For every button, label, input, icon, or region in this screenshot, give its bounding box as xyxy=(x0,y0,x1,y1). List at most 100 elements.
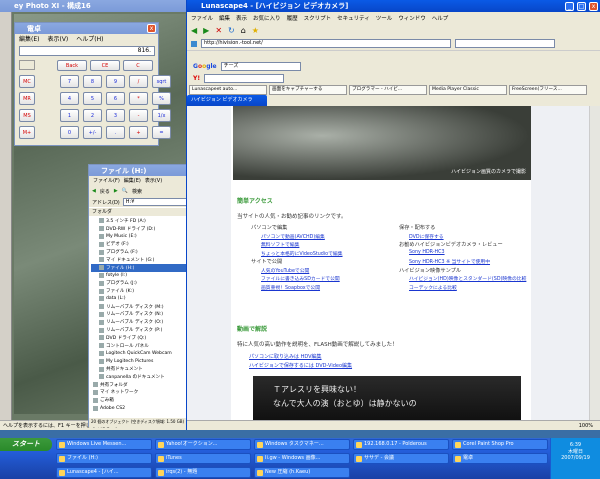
calc-menu-help[interactable]: ヘルプ(H) xyxy=(76,34,103,43)
tree-item[interactable]: リムーバブル ディスク (O:) xyxy=(91,318,189,326)
browser-menu-item[interactable]: 履歴 xyxy=(287,14,298,22)
calc-key-button[interactable]: 6 xyxy=(106,92,125,105)
calc-key-button[interactable]: sqrt xyxy=(152,75,171,88)
yahoo-search-input[interactable] xyxy=(455,39,555,48)
content-link[interactable]: パソコンで動画(AVCHD)編集 xyxy=(251,233,396,242)
calc-key-button[interactable]: MS xyxy=(19,109,35,122)
calc-key-button[interactable]: 1 xyxy=(60,109,79,122)
content-link[interactable]: 無料ソフトで編集 xyxy=(251,241,396,250)
tree-item[interactable]: Adobe CS2 xyxy=(91,404,189,412)
video-guide-link-1[interactable]: パソコンに取り込みは HDV編集 xyxy=(249,353,322,360)
home-icon[interactable]: ⌂ xyxy=(241,26,246,35)
calc-key-button[interactable]: 3 xyxy=(106,109,125,122)
fe-search-icon[interactable]: 🔍 xyxy=(122,188,128,194)
tree-item[interactable]: fotyle (I:) xyxy=(91,272,189,280)
browser-menu-item[interactable]: スクリプト xyxy=(304,14,332,22)
browser-menu-item[interactable]: お気に入り xyxy=(253,14,281,22)
fe-back-icon[interactable]: ◀ xyxy=(92,188,96,194)
content-link[interactable]: コーデックによる比較 xyxy=(399,284,539,293)
tree-item[interactable]: リムーバブル ディスク (M:) xyxy=(91,303,189,311)
reload-icon[interactable]: ↻ xyxy=(228,26,235,35)
google-search-input[interactable]: チーズ xyxy=(220,62,301,71)
browser-menu-item[interactable]: ウィンドウ xyxy=(398,14,426,22)
content-link[interactable]: ハイビジョン(HD)映像とスタンダード(SD)映像の比較 xyxy=(399,275,539,284)
taskbar-button[interactable]: 192.168.0.17 - Polderous xyxy=(353,439,449,450)
start-button[interactable]: スタート xyxy=(0,438,52,451)
tree-item[interactable]: ファイル (H:) xyxy=(91,263,189,272)
tree-item[interactable]: DVD-RW ドライブ (D:) xyxy=(91,225,189,233)
calculator-titlebar[interactable]: 電卓 xyxy=(15,23,158,34)
fe-menu-file[interactable]: ファイル(F) xyxy=(93,177,120,184)
calc-key-button[interactable]: - xyxy=(129,109,148,122)
taskbar-button[interactable]: Windows タスクマネー... xyxy=(254,439,350,450)
calc-ce-button[interactable]: CE xyxy=(90,60,120,71)
calc-key-button[interactable]: 9 xyxy=(106,75,125,88)
calc-key-button[interactable]: 1/x xyxy=(152,109,171,122)
forward-icon[interactable]: ▶ xyxy=(203,26,209,35)
taskbar-button[interactable]: Lunascape4 - [ハイ... xyxy=(56,467,152,478)
calc-key-button[interactable]: M+ xyxy=(19,126,35,139)
tree-item[interactable]: canpanella のドキュメント xyxy=(91,373,189,381)
calc-key-button[interactable]: 2 xyxy=(83,109,102,122)
content-link[interactable]: ちょっと本格的にVideoStudioで編集 xyxy=(251,250,396,259)
browser-scrollbar[interactable] xyxy=(589,106,600,420)
taskbar-button[interactable]: iTunes xyxy=(155,453,251,464)
calc-key-button[interactable]: 5 xyxy=(83,92,102,105)
fe-back-button[interactable]: 戻る xyxy=(100,188,110,195)
browser-tab[interactable]: 画面をキャプチャーする xyxy=(269,85,347,95)
tree-item[interactable]: ビデオ (F:) xyxy=(91,240,189,248)
fe-menu-edit[interactable]: 編集(E) xyxy=(124,177,141,184)
tree-item[interactable]: ファイル (K:) xyxy=(91,287,189,295)
calc-key-button[interactable]: MR xyxy=(19,92,35,105)
file-explorer-titlebar[interactable]: ファイル (H:) xyxy=(89,165,189,176)
browser-titlebar[interactable]: Lunascape4 - [ハイビジョン ビデオカメラ] xyxy=(187,0,600,12)
calc-key-button[interactable]: / xyxy=(129,75,148,88)
zoom-level[interactable]: 100% xyxy=(579,423,593,429)
fe-menu-view[interactable]: 表示(V) xyxy=(145,177,162,184)
calc-key-button[interactable]: + xyxy=(129,126,148,139)
taskbar-button[interactable]: ファイル (H:) xyxy=(56,453,152,464)
back-icon[interactable]: ◀ xyxy=(191,26,197,35)
tree-item[interactable]: リムーバブル ディスク (P:) xyxy=(91,326,189,334)
active-tab-header[interactable]: ハイビジョン ビデオカメラ xyxy=(187,95,267,106)
photo-editor-titlebar[interactable]: ey Photo XI - 構成16 xyxy=(0,0,192,12)
browser-tab[interactable]: FreeScreen(フリース... xyxy=(509,85,587,95)
calc-key-button[interactable]: MC xyxy=(19,75,35,88)
tree-item[interactable]: data (L:) xyxy=(91,295,189,303)
browser-tab[interactable]: Lunascapeet auto... xyxy=(189,85,267,95)
tree-item[interactable]: 共有フォルダ xyxy=(91,381,189,389)
calc-c-button[interactable]: C xyxy=(123,60,153,71)
taskbar-button[interactable]: Yahoo!オークション... xyxy=(155,439,251,450)
calc-key-button[interactable]: 7 xyxy=(60,75,79,88)
content-link[interactable]: Sony HDR-HC3 xyxy=(399,250,539,259)
tree-item[interactable]: プログラム (J:) xyxy=(91,279,189,287)
url-input[interactable]: http://hivision.-tool.net/ xyxy=(201,39,451,48)
calculator-close-icon[interactable]: x xyxy=(147,24,156,33)
browser-maximize-icon[interactable]: □ xyxy=(577,2,586,11)
calc-key-button[interactable]: 0 xyxy=(60,126,79,139)
tree-item[interactable]: DVD ドライブ (Q:) xyxy=(91,334,189,342)
taskbar-button[interactable]: irqs(2) - 無題 xyxy=(155,467,251,478)
content-link[interactable]: 人気のYouTubeで公開 xyxy=(251,267,396,276)
browser-menu-item[interactable]: ヘルプ xyxy=(432,14,449,22)
tree-item[interactable]: マイ ネットワーク xyxy=(91,389,189,397)
browser-tab[interactable]: プログラマー - ハイビ... xyxy=(349,85,427,95)
calc-key-button[interactable]: = xyxy=(152,126,171,139)
video-player[interactable]: Ｔアレスリを興味ない！ なんで大人の演（おとゆ）は静かないの xyxy=(253,376,521,420)
calc-key-button[interactable]: . xyxy=(106,126,125,139)
calc-back-button[interactable]: Back xyxy=(57,60,87,71)
taskbar-button[interactable]: New 圧縮 (h.Kaeu) xyxy=(254,467,350,478)
browser-tab[interactable]: Media Player Classic xyxy=(429,85,507,95)
calc-key-button[interactable]: * xyxy=(129,92,148,105)
browser-menu-item[interactable]: ファイル xyxy=(191,14,213,22)
calc-key-button[interactable]: % xyxy=(152,92,171,105)
browser-menu-item[interactable]: セキュリティ xyxy=(337,14,370,22)
calc-key-button[interactable]: 4 xyxy=(60,92,79,105)
browser-menu-item[interactable]: 編集 xyxy=(219,14,230,22)
taskbar-button[interactable]: ササデ - 会議 xyxy=(353,453,449,464)
fe-address-input[interactable]: H:¥ xyxy=(122,198,189,206)
tree-item[interactable]: My Logitech Pictures xyxy=(91,357,189,365)
video-guide-link-2[interactable]: ハイビジョンで保存するには DVD-Video編集 xyxy=(249,362,352,369)
taskbar-button[interactable]: 電卓 xyxy=(452,453,548,464)
taskbar-button[interactable]: Ii.gw - Windows 画像... xyxy=(254,453,350,464)
